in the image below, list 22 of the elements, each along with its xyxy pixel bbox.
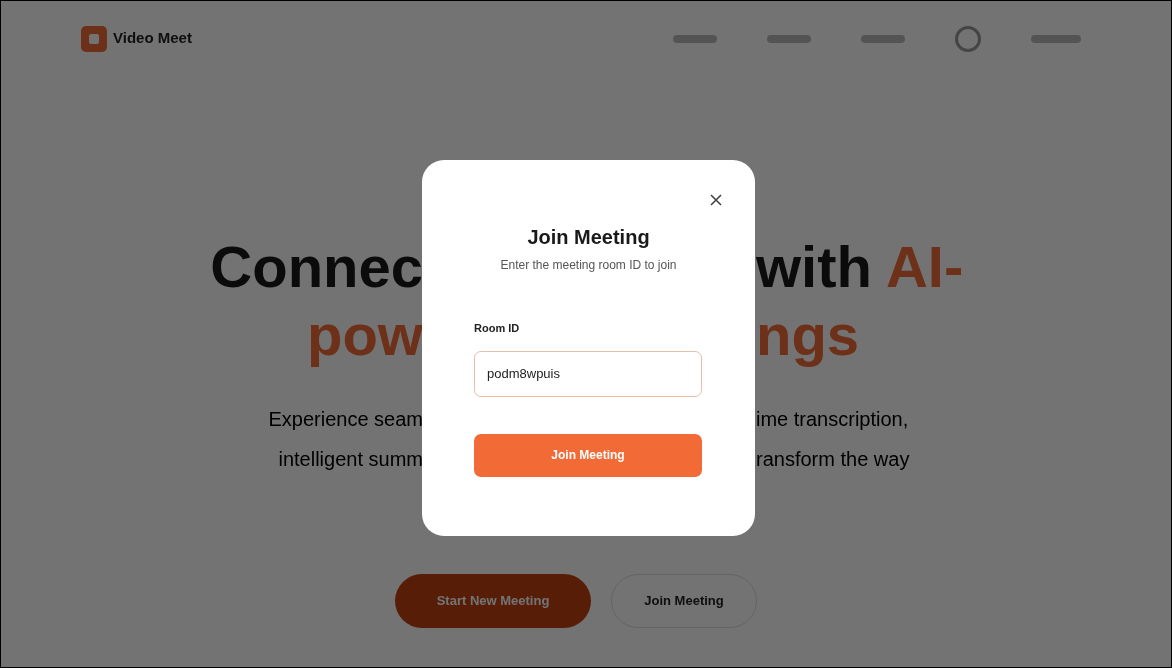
room-id-field[interactable]: podm8wpuis [474,350,702,397]
subtitle-text: ime transcription, [756,407,909,432]
start-meeting-button[interactable]: Start New Meeting [395,574,591,628]
blurred-nav-link[interactable] [673,34,717,43]
headline-text: pow [307,301,423,369]
dialog-title: Join Meeting [527,225,650,250]
logo-icon [81,25,107,52]
room-id-label: Room ID [474,321,521,336]
brand-name: Video Meet [113,28,192,49]
blurred-nav-link[interactable] [767,34,811,43]
join-meeting-button[interactable]: Join Meeting [474,433,702,477]
headline-text: with AI- [756,233,964,301]
headline-text: ngs [756,301,860,369]
dialog-subtitle: Enter the meeting room ID to join [500,257,677,274]
headline-text: Connec [210,233,423,301]
close-icon[interactable] [708,192,724,208]
subtitle-text: Experience seam [268,407,423,432]
blurred-nav-link[interactable] [1031,34,1081,43]
avatar-icon[interactable] [955,25,981,52]
blurred-nav-link[interactable] [861,34,905,43]
subtitle-text: ransform the way [756,447,910,472]
subtitle-text: intelligent summ [278,447,423,472]
